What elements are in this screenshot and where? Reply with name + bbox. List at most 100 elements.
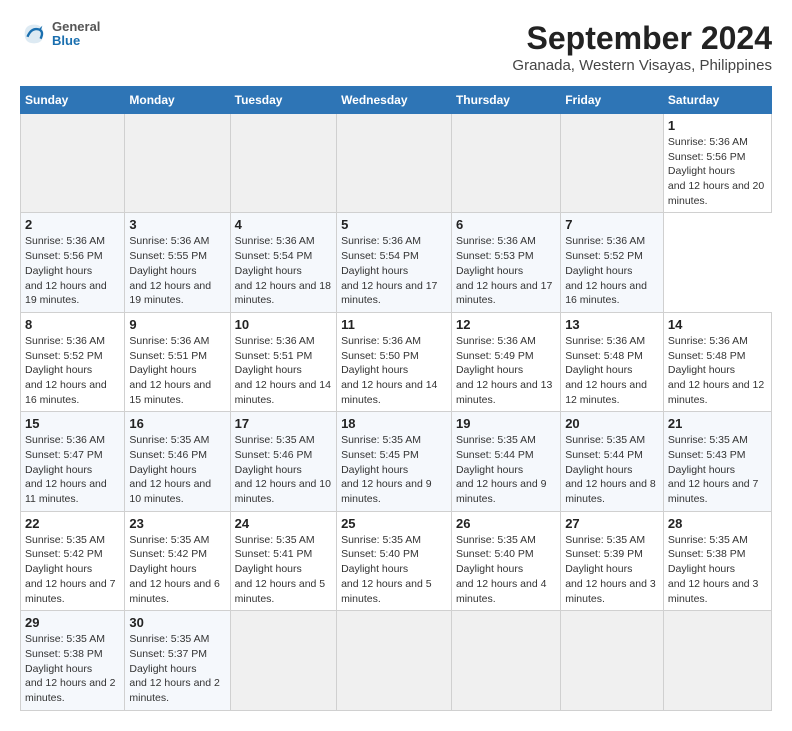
day-number: 8: [25, 317, 120, 332]
calendar-cell: 3Sunrise: 5:36 AMSunset: 5:55 PMDaylight…: [125, 213, 230, 312]
day-info: Sunrise: 5:36 AMSunset: 5:51 PMDaylight …: [129, 334, 225, 407]
day-number: 2: [25, 217, 120, 232]
logo-icon: [20, 20, 48, 48]
day-number: 14: [668, 317, 767, 332]
day-number: 6: [456, 217, 556, 232]
calendar-week-row: 8 Sunrise: 5:36 AMSunset: 5:52 PMDaylight…: [21, 312, 772, 411]
day-info: Sunrise: 5:35 AMSunset: 5:46 PMDaylight …: [129, 433, 225, 506]
weekday-header-monday: Monday: [125, 87, 230, 114]
calendar-cell: 17 Sunrise: 5:35 AMSunset: 5:46 PMDayligh…: [230, 412, 336, 511]
calendar-cell: 28 Sunrise: 5:35 AMSunset: 5:38 PMDayligh…: [663, 511, 771, 610]
day-number: 23: [129, 516, 225, 531]
calendar-cell: 6 Sunrise: 5:36 AMSunset: 5:53 PMDaylight…: [451, 213, 560, 312]
day-info: Sunrise: 5:36 AMSunset: 5:56 PMDaylight …: [25, 234, 120, 307]
weekday-header-thursday: Thursday: [451, 87, 560, 114]
calendar-cell: [230, 114, 336, 213]
day-info: Sunrise: 5:36 AMSunset: 5:56 PMDaylight …: [668, 135, 767, 208]
day-number: 19: [456, 416, 556, 431]
calendar-cell: 27Sunrise: 5:35 AMSunset: 5:39 PMDayligh…: [561, 511, 664, 610]
logo-text: General Blue: [52, 20, 100, 49]
calendar-cell: [451, 114, 560, 213]
weekday-header-friday: Friday: [561, 87, 664, 114]
day-number: 1: [668, 118, 767, 133]
logo-line1: General: [52, 20, 100, 34]
day-number: 25: [341, 516, 447, 531]
day-info: Sunrise: 5:35 AMSunset: 5:46 PMDaylight …: [235, 433, 332, 506]
day-number: 16: [129, 416, 225, 431]
day-info: Sunrise: 5:36 AMSunset: 5:47 PMDaylight …: [25, 433, 120, 506]
day-number: 11: [341, 317, 447, 332]
day-number: 15: [25, 416, 120, 431]
day-info: Sunrise: 5:35 AMSunset: 5:39 PMDaylight …: [565, 533, 659, 606]
day-info: Sunrise: 5:35 AMSunset: 5:38 PMDaylight …: [668, 533, 767, 606]
day-info: Sunrise: 5:36 AMSunset: 5:49 PMDaylight …: [456, 334, 556, 407]
day-info: Sunrise: 5:35 AMSunset: 5:40 PMDaylight …: [341, 533, 447, 606]
calendar-cell: [337, 611, 452, 710]
weekday-header-wednesday: Wednesday: [337, 87, 452, 114]
day-info: Sunrise: 5:36 AMSunset: 5:54 PMDaylight …: [341, 234, 447, 307]
day-info: Sunrise: 5:36 AMSunset: 5:54 PMDaylight …: [235, 234, 332, 307]
day-info: Sunrise: 5:36 AMSunset: 5:53 PMDaylight …: [456, 234, 556, 307]
calendar-week-row: 15 Sunrise: 5:36 AMSunset: 5:47 PMDayligh…: [21, 412, 772, 511]
page-header: General Blue September 2024 Granada, Wes…: [20, 20, 772, 74]
day-number: 10: [235, 317, 332, 332]
calendar-cell: 9 Sunrise: 5:36 AMSunset: 5:51 PMDaylight…: [125, 312, 230, 411]
day-info: Sunrise: 5:35 AMSunset: 5:42 PMDaylight …: [129, 533, 225, 606]
calendar-cell: 8 Sunrise: 5:36 AMSunset: 5:52 PMDaylight…: [21, 312, 125, 411]
calendar-cell: 16 Sunrise: 5:35 AMSunset: 5:46 PMDayligh…: [125, 412, 230, 511]
calendar-cell: 15 Sunrise: 5:36 AMSunset: 5:47 PMDayligh…: [21, 412, 125, 511]
calendar-cell: 7Sunrise: 5:36 AMSunset: 5:52 PMDaylight…: [561, 213, 664, 312]
day-info: Sunrise: 5:36 AMSunset: 5:52 PMDaylight …: [25, 334, 120, 407]
day-info: Sunrise: 5:35 AMSunset: 5:42 PMDaylight …: [25, 533, 120, 606]
day-info: Sunrise: 5:35 AMSunset: 5:40 PMDaylight …: [456, 533, 556, 606]
page-title: September 2024: [512, 20, 772, 57]
calendar-cell: 1 Sunrise: 5:36 AMSunset: 5:56 PMDaylight…: [663, 114, 771, 213]
logo: General Blue: [20, 20, 100, 49]
weekday-header-sunday: Sunday: [21, 87, 125, 114]
calendar-header: SundayMondayTuesdayWednesdayThursdayFrid…: [21, 87, 772, 114]
day-info: Sunrise: 5:35 AMSunset: 5:44 PMDaylight …: [456, 433, 556, 506]
calendar-body: 1 Sunrise: 5:36 AMSunset: 5:56 PMDaylight…: [21, 114, 772, 711]
calendar-cell: 24 Sunrise: 5:35 AMSunset: 5:41 PMDayligh…: [230, 511, 336, 610]
day-info: Sunrise: 5:36 AMSunset: 5:48 PMDaylight …: [565, 334, 659, 407]
title-block: September 2024 Granada, Western Visayas,…: [512, 20, 772, 74]
day-number: 24: [235, 516, 332, 531]
calendar-cell: [561, 114, 664, 213]
page-subtitle: Granada, Western Visayas, Philippines: [512, 57, 772, 74]
calendar-cell: [663, 611, 771, 710]
day-number: 18: [341, 416, 447, 431]
day-info: Sunrise: 5:35 AMSunset: 5:44 PMDaylight …: [565, 433, 659, 506]
day-number: 28: [668, 516, 767, 531]
weekday-header-row: SundayMondayTuesdayWednesdayThursdayFrid…: [21, 87, 772, 114]
calendar-cell: 5Sunrise: 5:36 AMSunset: 5:54 PMDaylight…: [337, 213, 452, 312]
calendar-cell: 23 Sunrise: 5:35 AMSunset: 5:42 PMDayligh…: [125, 511, 230, 610]
calendar-cell: [230, 611, 336, 710]
calendar-week-row: 2 Sunrise: 5:36 AMSunset: 5:56 PMDaylight…: [21, 213, 772, 312]
logo-line2: Blue: [52, 34, 100, 48]
day-number: 21: [668, 416, 767, 431]
weekday-header-tuesday: Tuesday: [230, 87, 336, 114]
day-number: 26: [456, 516, 556, 531]
calendar-table: SundayMondayTuesdayWednesdayThursdayFrid…: [20, 86, 772, 711]
calendar-cell: 20 Sunrise: 5:35 AMSunset: 5:44 PMDayligh…: [561, 412, 664, 511]
calendar-cell: 14Sunrise: 5:36 AMSunset: 5:48 PMDayligh…: [663, 312, 771, 411]
day-info: Sunrise: 5:35 AMSunset: 5:41 PMDaylight …: [235, 533, 332, 606]
calendar-cell: 29Sunrise: 5:35 AMSunset: 5:38 PMDayligh…: [21, 611, 125, 710]
day-number: 29: [25, 615, 120, 630]
day-number: 12: [456, 317, 556, 332]
weekday-header-saturday: Saturday: [663, 87, 771, 114]
calendar-cell: 13Sunrise: 5:36 AMSunset: 5:48 PMDayligh…: [561, 312, 664, 411]
day-info: Sunrise: 5:35 AMSunset: 5:37 PMDaylight …: [129, 632, 225, 705]
calendar-cell: 22Sunrise: 5:35 AMSunset: 5:42 PMDayligh…: [21, 511, 125, 610]
calendar-cell: [561, 611, 664, 710]
day-number: 17: [235, 416, 332, 431]
calendar-cell: 10Sunrise: 5:36 AMSunset: 5:51 PMDayligh…: [230, 312, 336, 411]
calendar-cell: 18Sunrise: 5:35 AMSunset: 5:45 PMDayligh…: [337, 412, 452, 511]
day-info: Sunrise: 5:35 AMSunset: 5:43 PMDaylight …: [668, 433, 767, 506]
day-info: Sunrise: 5:36 AMSunset: 5:55 PMDaylight …: [129, 234, 225, 307]
calendar-cell: 4Sunrise: 5:36 AMSunset: 5:54 PMDaylight…: [230, 213, 336, 312]
day-number: 20: [565, 416, 659, 431]
day-info: Sunrise: 5:36 AMSunset: 5:50 PMDaylight …: [341, 334, 447, 407]
day-number: 9: [129, 317, 225, 332]
calendar-cell: 25 Sunrise: 5:35 AMSunset: 5:40 PMDayligh…: [337, 511, 452, 610]
